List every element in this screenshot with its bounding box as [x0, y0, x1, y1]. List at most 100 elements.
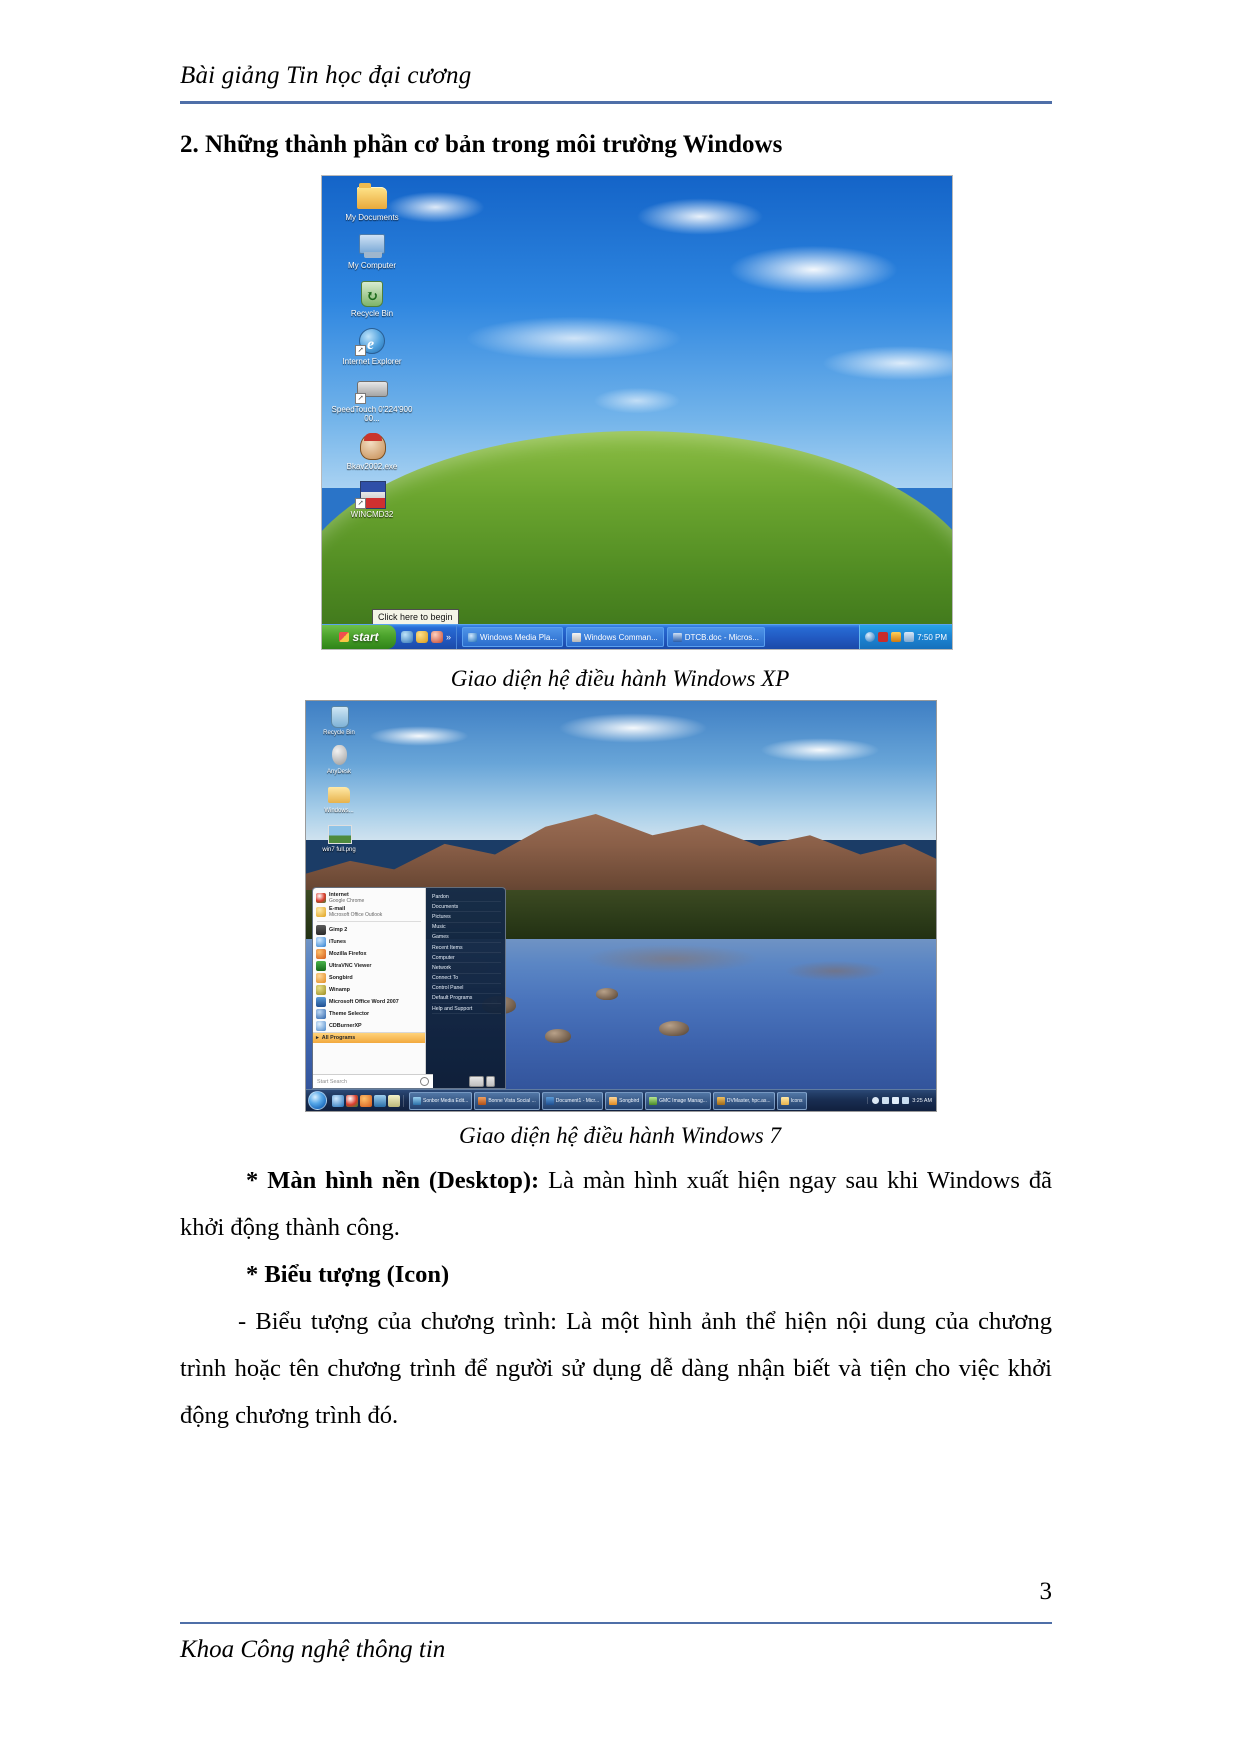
start-button[interactable]: start	[322, 625, 396, 649]
start-menu-right-column: Pardon Documents Pictures Music Games Re…	[426, 888, 505, 1074]
task-label: Windows Media Pla...	[480, 632, 557, 642]
start-menu-item-help-and-support[interactable]: Help and Support	[432, 1004, 501, 1015]
page-number: 3	[1039, 1578, 1053, 1605]
quick-launch-bar[interactable]: »	[396, 625, 458, 649]
desktop-icon-speedtouch[interactable]: ↗ SpeedTouch 0'224'90000...	[330, 374, 414, 423]
start-menu-item-ultravnc-viewer[interactable]: UltraVNC Viewer	[313, 960, 425, 972]
taskbar-task[interactable]: Windows Media Pla...	[462, 627, 563, 647]
desktop-icon-bkav2002[interactable]: Bkav2002.exe	[330, 431, 414, 471]
system-tray[interactable]: 7:50 PM	[859, 625, 952, 649]
task-label: Bonne Vista Social ...	[488, 1097, 536, 1104]
start-menu-item-cdburnerxp[interactable]: CDBurnerXP	[313, 1020, 425, 1032]
start-menu-item-gimp-2[interactable]: Gimp 2	[313, 924, 425, 936]
desktop-icon-windows-folder[interactable]: Windows...	[310, 783, 368, 815]
volume-icon[interactable]	[892, 1097, 900, 1104]
media-icon[interactable]	[374, 1094, 386, 1107]
figure-windows-xp-screenshot: My Documents My Computer Recycle Bin ↗ I…	[321, 175, 953, 650]
start-menu-item-winamp[interactable]: Winamp	[313, 984, 425, 996]
chevron-right-icon[interactable]	[486, 1075, 495, 1087]
internet-explorer-icon[interactable]	[401, 631, 413, 643]
network-icon[interactable]	[891, 632, 902, 642]
desktop-icon-anydesk[interactable]: AnyDesk	[310, 744, 368, 776]
paragraph: - Biểu tượng của chương trình: Là một hì…	[180, 1308, 1052, 1429]
desktop-icon-win7-full-png[interactable]: win7 full.png	[310, 822, 368, 854]
w7-taskbar[interactable]: Sonbor Media Edit... Bonne Vista Social …	[306, 1089, 936, 1111]
start-menu-program-list: Internet Google Chrome E-mail Microsoft …	[313, 888, 426, 1074]
power-button-icon[interactable]	[469, 1075, 484, 1087]
start-menu[interactable]: Internet Google Chrome E-mail Microsoft …	[312, 887, 506, 1089]
start-menu-item-email[interactable]: E-mail Microsoft Office Outlook	[313, 905, 425, 919]
volume-icon[interactable]	[904, 632, 915, 642]
start-menu-item-songbird[interactable]: Songbird	[313, 972, 425, 984]
vietkey-icon[interactable]	[878, 632, 889, 642]
start-search-box[interactable]: Start Search	[313, 1074, 433, 1088]
figure-caption-windows-7: Giao diện hệ điều hành Windows 7	[459, 1123, 781, 1148]
shutdown-controls[interactable]	[433, 1074, 498, 1088]
taskbar-task[interactable]: Bonne Vista Social ...	[474, 1091, 540, 1110]
start-menu-item-control-panel[interactable]: Control Panel	[432, 984, 501, 994]
start-menu-item-connect-to[interactable]: Connect To	[432, 974, 501, 984]
start-menu-item-recent-items[interactable]: Recent Items	[432, 943, 501, 954]
start-menu-item-games[interactable]: Games	[432, 933, 501, 943]
paragraph: * Biểu tượng (Icon)	[180, 1251, 1052, 1298]
window-icon	[571, 632, 581, 642]
action-center-icon[interactable]	[872, 1097, 880, 1104]
desktop-icon-recycle-bin[interactable]: Recycle Bin	[310, 705, 368, 737]
start-menu-item-theme-selector[interactable]: Theme Selector	[313, 1008, 425, 1020]
start-menu-item-microsoft-office-word-2007[interactable]: Microsoft Office Word 2007	[313, 996, 425, 1008]
start-menu-item-mozilla-firefox[interactable]: Mozilla Firefox	[313, 948, 425, 960]
start-orb-button[interactable]	[308, 1091, 327, 1110]
desktop-icon-wincmd32[interactable]: ↗ WINCMD32	[330, 479, 414, 519]
taskbar-task[interactable]: Sonbor Media Edit...	[409, 1091, 473, 1110]
start-menu-item-computer[interactable]: Computer	[432, 953, 501, 964]
vnc-icon	[316, 961, 326, 971]
media-player-icon	[468, 632, 478, 642]
start-menu-item-music[interactable]: Music	[432, 923, 501, 933]
chrome-icon[interactable]	[346, 1094, 358, 1107]
ie-icon[interactable]	[332, 1094, 344, 1107]
item-title: CDBurnerXP	[329, 1023, 362, 1029]
start-menu-item-network[interactable]: Network	[432, 963, 501, 974]
taskbar-task[interactable]: DTCB.doc - Micros...	[666, 627, 765, 647]
desktop-icon-my-documents[interactable]: My Documents	[330, 182, 414, 222]
media-icon[interactable]	[416, 631, 428, 643]
taskbar-clock[interactable]: 7:50 PM	[917, 633, 947, 642]
network-icon[interactable]	[882, 1097, 890, 1104]
taskbar-task[interactable]: DVMaster, hpc.as...	[712, 1091, 775, 1110]
desktop-icon-recycle-bin[interactable]: Recycle Bin	[330, 278, 414, 318]
desktop-icon-my-computer[interactable]: My Computer	[330, 230, 414, 270]
item-title: Theme Selector	[329, 1011, 370, 1017]
language-icon[interactable]	[902, 1097, 910, 1104]
desktop-icon-internet-explorer[interactable]: ↗ Internet Explorer	[330, 326, 414, 366]
chevron-right-icon[interactable]: »	[446, 632, 451, 642]
start-menu-item-itunes[interactable]: iTunes	[313, 936, 425, 948]
shield-icon[interactable]	[431, 631, 443, 643]
taskbar-task[interactable]: Icons	[776, 1091, 807, 1110]
paragraph: * Màn hình nền (Desktop): Là màn hình xu…	[180, 1157, 1052, 1251]
start-menu-item-default-programs[interactable]: Default Programs	[432, 994, 501, 1005]
desktop-icon-label: Recycle Bin	[323, 730, 355, 736]
rock-shape	[595, 988, 618, 1000]
taskbar-task[interactable]: Windows Comman...	[565, 627, 664, 647]
start-menu-item-internet[interactable]: Internet Google Chrome	[313, 891, 425, 905]
cloud-shape	[759, 737, 880, 762]
taskbar-clock[interactable]: 3:25 AM	[912, 1098, 932, 1104]
taskbar-task[interactable]: GMC Image Manag...	[645, 1091, 711, 1110]
folder-icon	[780, 1096, 789, 1105]
firefox-icon[interactable]	[360, 1094, 372, 1107]
xp-taskbar[interactable]: start » Windows Media Pla... Windows Com…	[322, 624, 952, 649]
taskbar-task[interactable]: Document1 - Micr...	[541, 1091, 604, 1110]
taskbar-task[interactable]: Songbird	[605, 1091, 644, 1110]
system-tray[interactable]: 3:25 AM	[867, 1097, 936, 1104]
start-menu-item-pictures[interactable]: Pictures	[432, 912, 501, 923]
item-title: Songbird	[329, 975, 353, 981]
all-programs-button[interactable]: ▸ All Programs	[313, 1032, 425, 1043]
start-search-placeholder: Start Search	[317, 1078, 347, 1085]
back-arrow-icon[interactable]	[865, 632, 876, 642]
start-menu-item-documents[interactable]: Documents	[432, 902, 501, 913]
app-icon	[716, 1096, 725, 1105]
notepad-icon[interactable]	[388, 1094, 400, 1107]
start-menu-user-name[interactable]: Pardon	[432, 892, 501, 903]
body-paragraph-icon-description: - Biểu tượng của chương trình: Là một hì…	[180, 1298, 1052, 1439]
desktop-icon-label: AnyDesk	[326, 769, 351, 775]
